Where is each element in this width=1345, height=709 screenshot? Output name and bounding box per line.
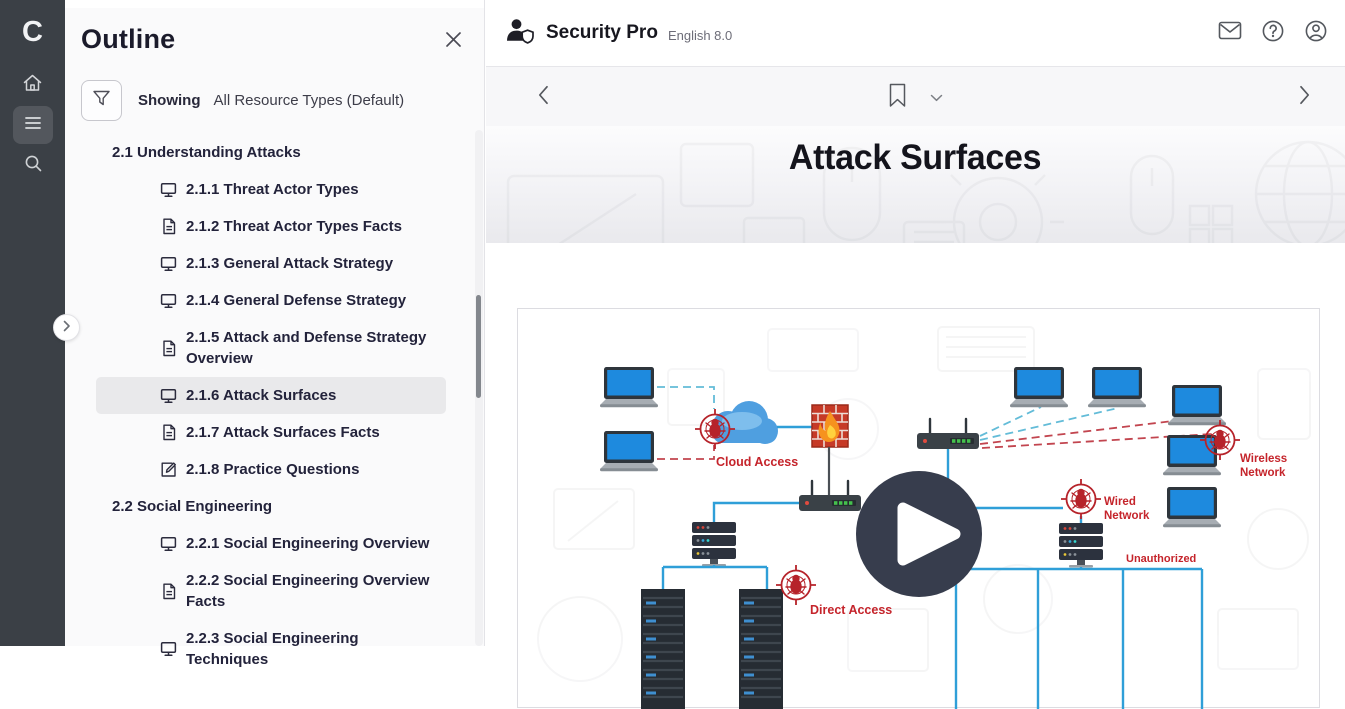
main-area: Security Pro English 8.0 — [486, 0, 1345, 646]
diagram-label-cloud-access: Cloud Access — [716, 455, 798, 469]
course-title: Security Pro — [546, 22, 658, 44]
home-button[interactable] — [13, 66, 53, 104]
diagram-label-unauthorized: Unauthorized — [1126, 553, 1196, 565]
outline-item-label: 2.1.7 Attack Surfaces Facts — [186, 422, 380, 443]
outline-item[interactable]: 2.1.3 General Attack Strategy — [96, 245, 446, 282]
outline-scrollbar-thumb[interactable] — [476, 295, 481, 398]
diagram-label-wireless-2: Network — [1240, 467, 1286, 479]
search-icon — [23, 153, 43, 178]
diagram-label-wireless-1: Wireless — [1240, 453, 1287, 465]
mail-icon — [1218, 21, 1242, 45]
outline-section-label: 2.1 Understanding Attacks — [65, 134, 484, 171]
security-pro-logo-icon — [506, 18, 534, 49]
outline-item-label: 2.1.2 Threat Actor Types Facts — [186, 216, 402, 237]
hamburger-icon — [23, 115, 43, 136]
outline-item[interactable]: 2.2.2 Social Engineering Overview Facts — [96, 562, 446, 620]
play-button[interactable] — [856, 471, 982, 597]
lesson-title-banner: Attack Surfaces — [486, 126, 1345, 243]
lesson-nav-bar — [486, 67, 1345, 126]
outline-item-label: 2.2.2 Social Engineering Overview Facts — [186, 570, 438, 612]
outline-item-label: 2.1.1 Threat Actor Types — [186, 179, 359, 200]
outline-title: Outline — [81, 24, 175, 55]
fact-icon — [160, 218, 177, 235]
video-icon — [160, 387, 177, 404]
help-icon — [1261, 19, 1285, 48]
course-edition: English 8.0 — [668, 28, 732, 43]
diagram-label-wired-2: Network — [1104, 510, 1150, 522]
chevron-right-icon — [1299, 85, 1310, 110]
outline-item[interactable]: 2.1.1 Threat Actor Types — [96, 171, 446, 208]
outline-tree: 2.1 Understanding Attacks 2.1.1 Threat Ac… — [65, 134, 484, 678]
funnel-icon — [92, 89, 111, 112]
page-title: Attack Surfaces — [789, 138, 1041, 243]
diagram-label-wired-1: Wired — [1104, 496, 1136, 508]
video-icon — [160, 535, 177, 552]
outline-menu-button[interactable] — [13, 106, 53, 144]
home-icon — [22, 73, 43, 98]
video-player[interactable]: Cloud Access Direct Access Wired Network… — [517, 308, 1320, 708]
outline-item-label: 2.1.6 Attack Surfaces — [186, 385, 336, 406]
video-icon — [160, 181, 177, 198]
outline-section-label: 2.2 Social Engineering — [65, 488, 484, 525]
panel-top-strip — [65, 0, 484, 8]
outline-item[interactable]: 2.1.6 Attack Surfaces — [96, 377, 446, 414]
fact-icon — [160, 583, 177, 600]
outline-item-label: 2.2.3 Social Engineering Techniques — [186, 628, 438, 670]
chevron-right-icon — [63, 319, 71, 337]
fact-icon — [160, 340, 177, 357]
video-icon — [160, 292, 177, 309]
account-button[interactable] — [1303, 20, 1329, 46]
filter-button[interactable] — [81, 80, 122, 121]
outline-item[interactable]: 2.1.7 Attack Surfaces Facts — [96, 414, 446, 451]
fact-icon — [160, 424, 177, 441]
previous-lesson-button[interactable] — [530, 84, 556, 110]
practice-icon — [160, 461, 177, 478]
video-icon — [160, 641, 177, 658]
outline-item[interactable]: 2.1.5 Attack and Defense Strategy Overvi… — [96, 319, 446, 377]
filter-value: All Resource Types (Default) — [214, 92, 405, 109]
outline-scrollbar-track — [475, 130, 483, 646]
outline-item[interactable]: 2.1.4 General Defense Strategy — [96, 282, 446, 319]
account-icon — [1304, 19, 1328, 48]
messages-button[interactable] — [1217, 20, 1243, 46]
bookmark-dropdown-caret[interactable] — [930, 89, 943, 107]
outline-item-label: 2.1.3 General Attack Strategy — [186, 253, 393, 274]
outline-item[interactable]: 2.2.1 Social Engineering Overview — [96, 525, 446, 562]
video-icon — [160, 255, 177, 272]
outline-item[interactable]: 2.1.8 Practice Questions — [96, 451, 446, 488]
help-button[interactable] — [1260, 20, 1286, 46]
outline-item[interactable]: 2.2.3 Social Engineering Techniques — [96, 620, 446, 678]
close-outline-button[interactable] — [442, 31, 464, 53]
outline-item[interactable]: 2.1.2 Threat Actor Types Facts — [96, 208, 446, 245]
outline-item-label: 2.1.5 Attack and Defense Strategy Overvi… — [186, 327, 438, 369]
outline-item-label: 2.1.8 Practice Questions — [186, 459, 359, 480]
app-logo: C — [0, 0, 65, 64]
outline-item-label: 2.2.1 Social Engineering Overview — [186, 533, 429, 554]
bookmark-button[interactable] — [889, 83, 913, 109]
next-lesson-button[interactable] — [1291, 84, 1317, 110]
chevron-left-icon — [538, 85, 549, 110]
app-header: Security Pro English 8.0 — [486, 0, 1345, 67]
filter-showing-label: Showing — [138, 92, 201, 109]
outline-panel: Outline Showing All Resource Types (Defa… — [65, 0, 485, 646]
search-button[interactable] — [13, 146, 53, 184]
diagram-label-direct-access: Direct Access — [810, 603, 892, 617]
lesson-content: Cloud Access Direct Access Wired Network… — [486, 243, 1345, 646]
panel-collapse-toggle[interactable] — [53, 314, 80, 341]
close-icon — [444, 30, 463, 54]
outline-item-label: 2.1.4 General Defense Strategy — [186, 290, 406, 311]
